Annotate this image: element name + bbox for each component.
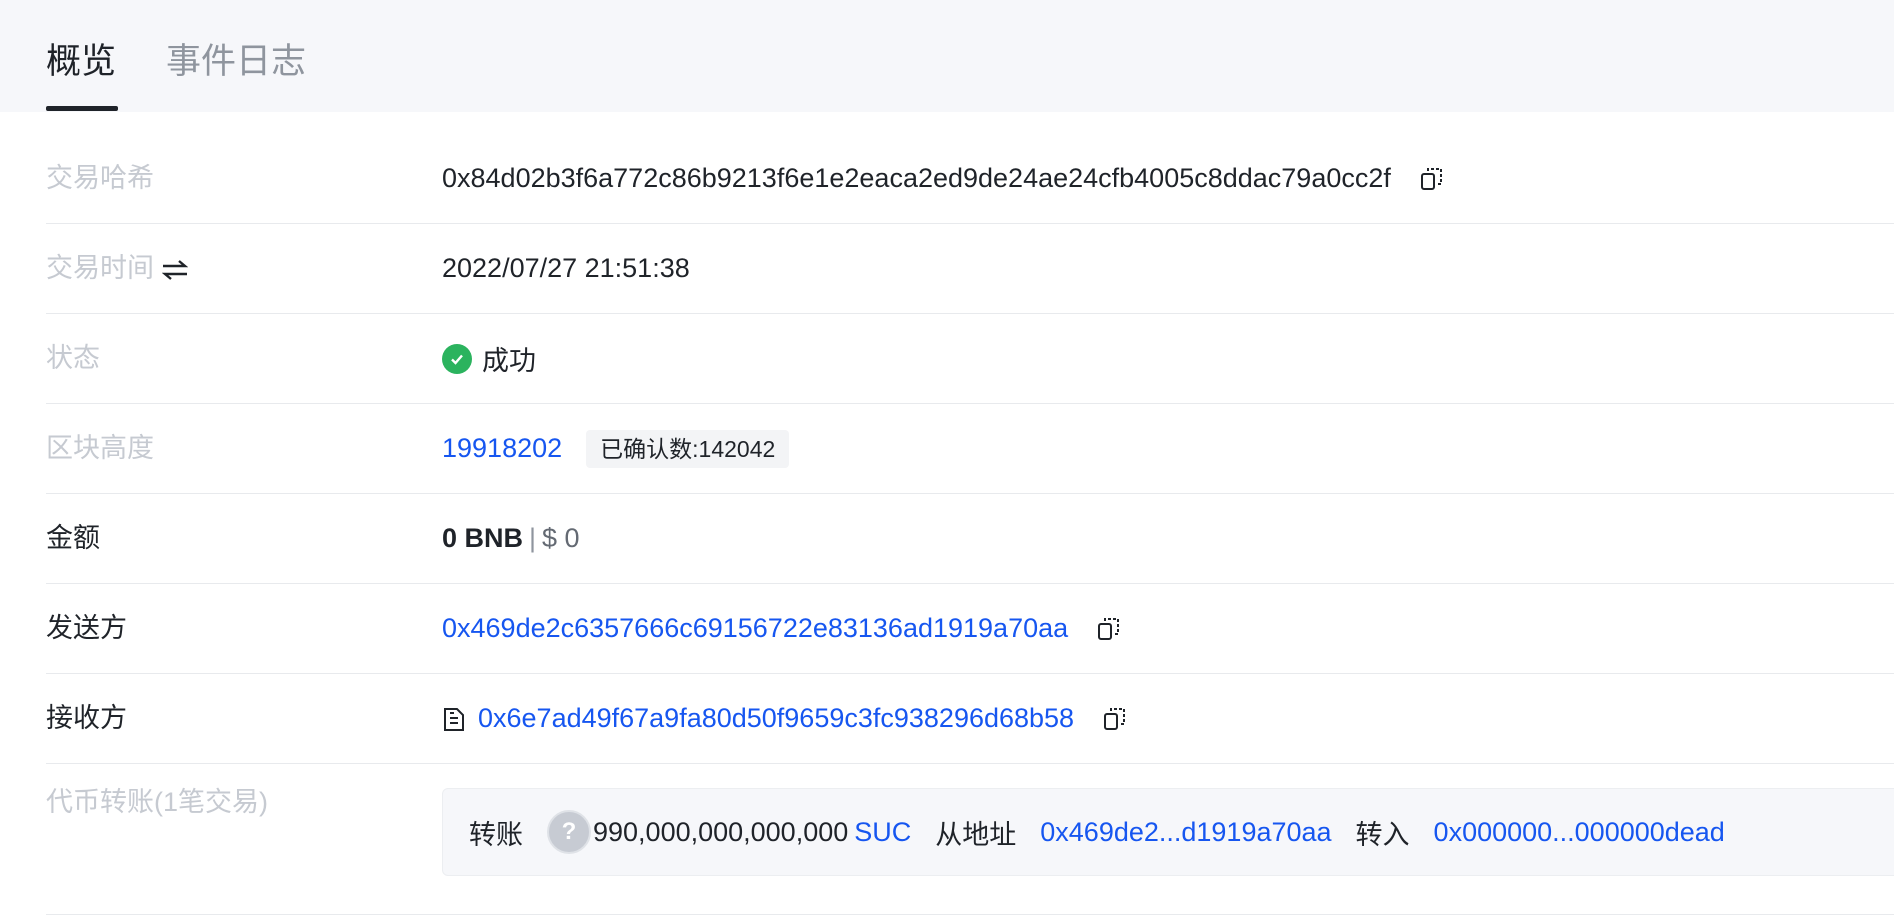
copy-icon[interactable]: [1102, 706, 1128, 732]
copy-icon[interactable]: [1096, 616, 1122, 642]
from-label: 从地址: [935, 819, 1017, 850]
contract-icon: [442, 705, 466, 733]
row-amount: 金额 0 BNB | $ 0: [46, 494, 1894, 584]
from-address-link[interactable]: 0x469de2...d1919a70aa: [1040, 817, 1331, 848]
amount-value: 0 BNB: [442, 523, 524, 553]
receiver-label: 接收方: [46, 703, 127, 733]
transfer-amount: 990,000,000,000,000: [593, 816, 849, 847]
sender-label: 发送方: [46, 613, 127, 643]
row-tx-time: 交易时间 2022/07/27 21:51:38: [46, 224, 1894, 314]
row-receiver: 接收方 0x6e7ad49f67a9fa80d50f9659c3fc938296…: [46, 674, 1894, 764]
confirmations-badge: 已确认数:142042: [586, 429, 790, 468]
tx-hash-value: 0x84d02b3f6a772c86b9213f6e1e2eaca2ed9de2…: [442, 163, 1391, 193]
status-label: 状态: [46, 343, 100, 373]
tab-bar: 概览 事件日志: [0, 0, 1894, 112]
amount-label: 金额: [46, 523, 100, 553]
tx-time-value: 2022/07/27 21:51:38: [442, 253, 690, 283]
active-tab-indicator: [46, 106, 118, 111]
tab-overview[interactable]: 概览: [46, 38, 116, 86]
token-transfer-card: 转账 ? 990,000,000,000,000 SUC 从地址 0x469de…: [442, 788, 1894, 876]
row-status: 状态 成功: [46, 314, 1894, 404]
row-token-transfer: 代币转账(1笔交易) 转账 ? 990,000,000,000,000 SUC …: [46, 764, 1894, 915]
amount-separator: |: [529, 523, 537, 553]
block-number-link[interactable]: 19918202: [442, 433, 562, 464]
tab-event-log[interactable]: 事件日志: [166, 38, 306, 86]
transfer-action-label: 转账: [469, 819, 523, 850]
copy-icon[interactable]: [1419, 166, 1445, 192]
confirmations-label: 已确认数:: [600, 435, 699, 462]
row-sender: 发送方 0x469de2c6357666c69156722e83136ad191…: [46, 584, 1894, 674]
row-tx-hash: 交易哈希 0x84d02b3f6a772c86b9213f6e1e2eaca2e…: [46, 134, 1894, 224]
to-label: 转入: [1355, 819, 1410, 850]
transaction-details: 交易哈希 0x84d02b3f6a772c86b9213f6e1e2eaca2e…: [46, 134, 1894, 915]
swap-icon[interactable]: [162, 259, 188, 281]
amount-usd: $ 0: [542, 523, 580, 553]
tx-time-label: 交易时间: [46, 253, 154, 283]
confirmations-value: 142042: [698, 435, 776, 462]
unknown-token-icon: ?: [547, 810, 591, 854]
tx-hash-label: 交易哈希: [46, 163, 154, 193]
row-block-height: 区块高度 19918202 已确认数:142042: [46, 404, 1894, 494]
sender-address-link[interactable]: 0x469de2c6357666c69156722e83136ad1919a70…: [442, 613, 1068, 644]
to-address-link[interactable]: 0x000000...000000dead: [1434, 817, 1725, 848]
check-circle-icon: [442, 343, 472, 374]
receiver-address-link[interactable]: 0x6e7ad49f67a9fa80d50f9659c3fc938296d68b…: [478, 703, 1074, 734]
token-transfer-label: 代币转账(1笔交易): [46, 787, 268, 817]
block-height-label: 区块高度: [46, 433, 154, 463]
status-value: 成功: [482, 346, 536, 376]
token-symbol-link[interactable]: SUC: [854, 817, 911, 848]
